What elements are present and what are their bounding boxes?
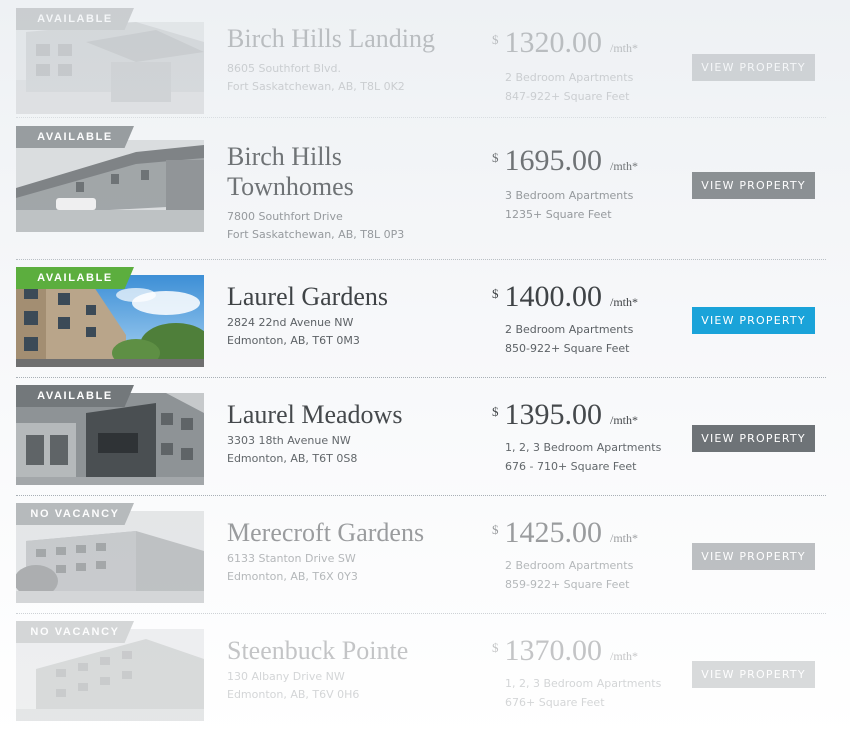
bedrooms-text: 1, 2, 3 Bedroom Apartments	[505, 441, 662, 454]
address-line2: Edmonton, AB, T6T 0S8	[227, 452, 358, 465]
price-amount: 1400.00	[504, 280, 603, 313]
sqft-text: 676+ Square Feet	[505, 696, 605, 709]
price-amount: 1695.00	[504, 144, 603, 177]
listing-row: AVAILABLE Laurel Meadows 3303 18th Avenu…	[0, 378, 850, 496]
status-badge: AVAILABLE	[16, 385, 134, 407]
view-property-button[interactable]: VIEW PROPERTY	[692, 661, 815, 688]
currency-symbol: $	[492, 404, 499, 419]
property-photo[interactable]	[16, 140, 204, 232]
price-amount: 1425.00	[504, 516, 603, 549]
price-period: /mth*	[610, 159, 639, 173]
property-name-line1: Laurel Gardens	[227, 282, 388, 311]
property-photo[interactable]	[16, 22, 204, 114]
view-property-button[interactable]: VIEW PROPERTY	[692, 54, 815, 81]
currency-symbol: $	[492, 522, 499, 537]
bedrooms-text: 1, 2, 3 Bedroom Apartments	[505, 677, 662, 690]
price: $1695.00/mth*	[492, 144, 638, 178]
bedrooms-text: 2 Bedroom Apartments	[505, 71, 634, 84]
address-line1: 8605 Southfort Blvd.	[227, 62, 341, 75]
sqft-text: 859-922+ Square Feet	[505, 578, 630, 591]
listing-row: AVAILABLE Birch Hills Townhomes 7800 Sou…	[0, 118, 850, 260]
view-property-button[interactable]: VIEW PROPERTY	[692, 425, 815, 452]
address-line2: Edmonton, AB, T6T 0M3	[227, 334, 360, 347]
price-period: /mth*	[610, 531, 639, 545]
listing-row: AVAILABLE Birch Hills Landing 8605 South…	[0, 0, 850, 118]
price-amount: 1370.00	[504, 634, 603, 667]
status-badge: AVAILABLE	[16, 126, 134, 148]
status-badge: NO VACANCY	[16, 621, 134, 643]
sqft-text: 1235+ Square Feet	[505, 208, 612, 221]
property-name[interactable]: Laurel Gardens	[227, 282, 477, 312]
listing-row: NO VACANCY Merecroft Gardens 6133 Stanto…	[0, 496, 850, 614]
address-line1: 6133 Stanton Drive SW	[227, 552, 356, 565]
status-badge: AVAILABLE	[16, 8, 134, 30]
view-property-button[interactable]: VIEW PROPERTY	[692, 172, 815, 199]
status-badge: AVAILABLE	[16, 267, 134, 289]
price-period: /mth*	[610, 413, 639, 427]
unit-details: 3 Bedroom Apartments 1235+ Square Feet	[505, 186, 633, 224]
price-amount: 1395.00	[504, 398, 603, 431]
building-photo-graphic	[16, 140, 204, 232]
property-list: AVAILABLE Birch Hills Landing 8605 South…	[0, 0, 850, 741]
currency-symbol: $	[492, 640, 499, 655]
property-name[interactable]: Steenbuck Pointe	[227, 636, 477, 666]
property-address: 8605 Southfort Blvd. Fort Saskatchewan, …	[227, 60, 405, 96]
unit-details: 2 Bedroom Apartments 859-922+ Square Fee…	[505, 556, 633, 594]
price-period: /mth*	[610, 649, 639, 663]
property-address: 3303 18th Avenue NW Edmonton, AB, T6T 0S…	[227, 432, 357, 468]
property-name-line2: Townhomes	[227, 172, 354, 201]
property-address: 130 Albany Drive NW Edmonton, AB, T6V 0H…	[227, 668, 359, 704]
address-line1: 130 Albany Drive NW	[227, 670, 345, 683]
property-name-line1: Merecroft Gardens	[227, 518, 425, 547]
address-line2: Edmonton, AB, T6V 0H6	[227, 688, 360, 701]
property-name[interactable]: Merecroft Gardens	[227, 518, 477, 548]
price-period: /mth*	[610, 295, 639, 309]
price-period: /mth*	[610, 41, 639, 55]
building-photo-graphic	[16, 22, 204, 114]
address-line2: Fort Saskatchewan, AB, T8L 0P3	[227, 228, 405, 241]
property-name-line1: Birch Hills Landing	[227, 24, 435, 53]
property-name[interactable]: Birch Hills Townhomes	[227, 142, 477, 202]
price: $1395.00/mth*	[492, 398, 638, 432]
currency-symbol: $	[492, 32, 499, 47]
price: $1320.00/mth*	[492, 26, 638, 60]
sqft-text: 847-922+ Square Feet	[505, 90, 630, 103]
address-line1: 3303 18th Avenue NW	[227, 434, 351, 447]
property-name-line1: Laurel Meadows	[227, 400, 403, 429]
address-line1: 7800 Southfort Drive	[227, 210, 343, 223]
address-line1: 2824 22nd Avenue NW	[227, 316, 354, 329]
currency-symbol: $	[492, 150, 499, 165]
price: $1400.00/mth*	[492, 280, 638, 314]
listing-row: NO VACANCY Steenbuck Pointe 130 Albany D…	[0, 614, 850, 732]
address-line2: Edmonton, AB, T6X 0Y3	[227, 570, 358, 583]
property-name-line1: Birch Hills	[227, 142, 342, 171]
view-property-button[interactable]: VIEW PROPERTY	[692, 543, 815, 570]
view-property-button[interactable]: VIEW PROPERTY	[692, 307, 815, 334]
property-name-line1: Steenbuck Pointe	[227, 636, 409, 665]
bedrooms-text: 2 Bedroom Apartments	[505, 323, 634, 336]
bedrooms-text: 2 Bedroom Apartments	[505, 559, 634, 572]
property-name[interactable]: Birch Hills Landing	[227, 24, 477, 54]
price: $1370.00/mth*	[492, 634, 638, 668]
price-amount: 1320.00	[504, 26, 603, 59]
property-address: 7800 Southfort Drive Fort Saskatchewan, …	[227, 208, 404, 244]
sqft-text: 676 - 710+ Square Feet	[505, 460, 637, 473]
property-name[interactable]: Laurel Meadows	[227, 400, 477, 430]
currency-symbol: $	[492, 286, 499, 301]
sqft-text: 850-922+ Square Feet	[505, 342, 630, 355]
unit-details: 2 Bedroom Apartments 850-922+ Square Fee…	[505, 320, 633, 358]
property-address: 6133 Stanton Drive SW Edmonton, AB, T6X …	[227, 550, 358, 586]
address-line2: Fort Saskatchewan, AB, T8L 0K2	[227, 80, 405, 93]
unit-details: 1, 2, 3 Bedroom Apartments 676+ Square F…	[505, 674, 661, 712]
unit-details: 2 Bedroom Apartments 847-922+ Square Fee…	[505, 68, 633, 106]
unit-details: 1, 2, 3 Bedroom Apartments 676 - 710+ Sq…	[505, 438, 661, 476]
bedrooms-text: 3 Bedroom Apartments	[505, 189, 634, 202]
status-badge: NO VACANCY	[16, 503, 134, 525]
property-address: 2824 22nd Avenue NW Edmonton, AB, T6T 0M…	[227, 314, 360, 350]
listing-row: AVAILABLE Laurel Gardens 2824 22nd Avenu…	[0, 260, 850, 378]
price: $1425.00/mth*	[492, 516, 638, 550]
